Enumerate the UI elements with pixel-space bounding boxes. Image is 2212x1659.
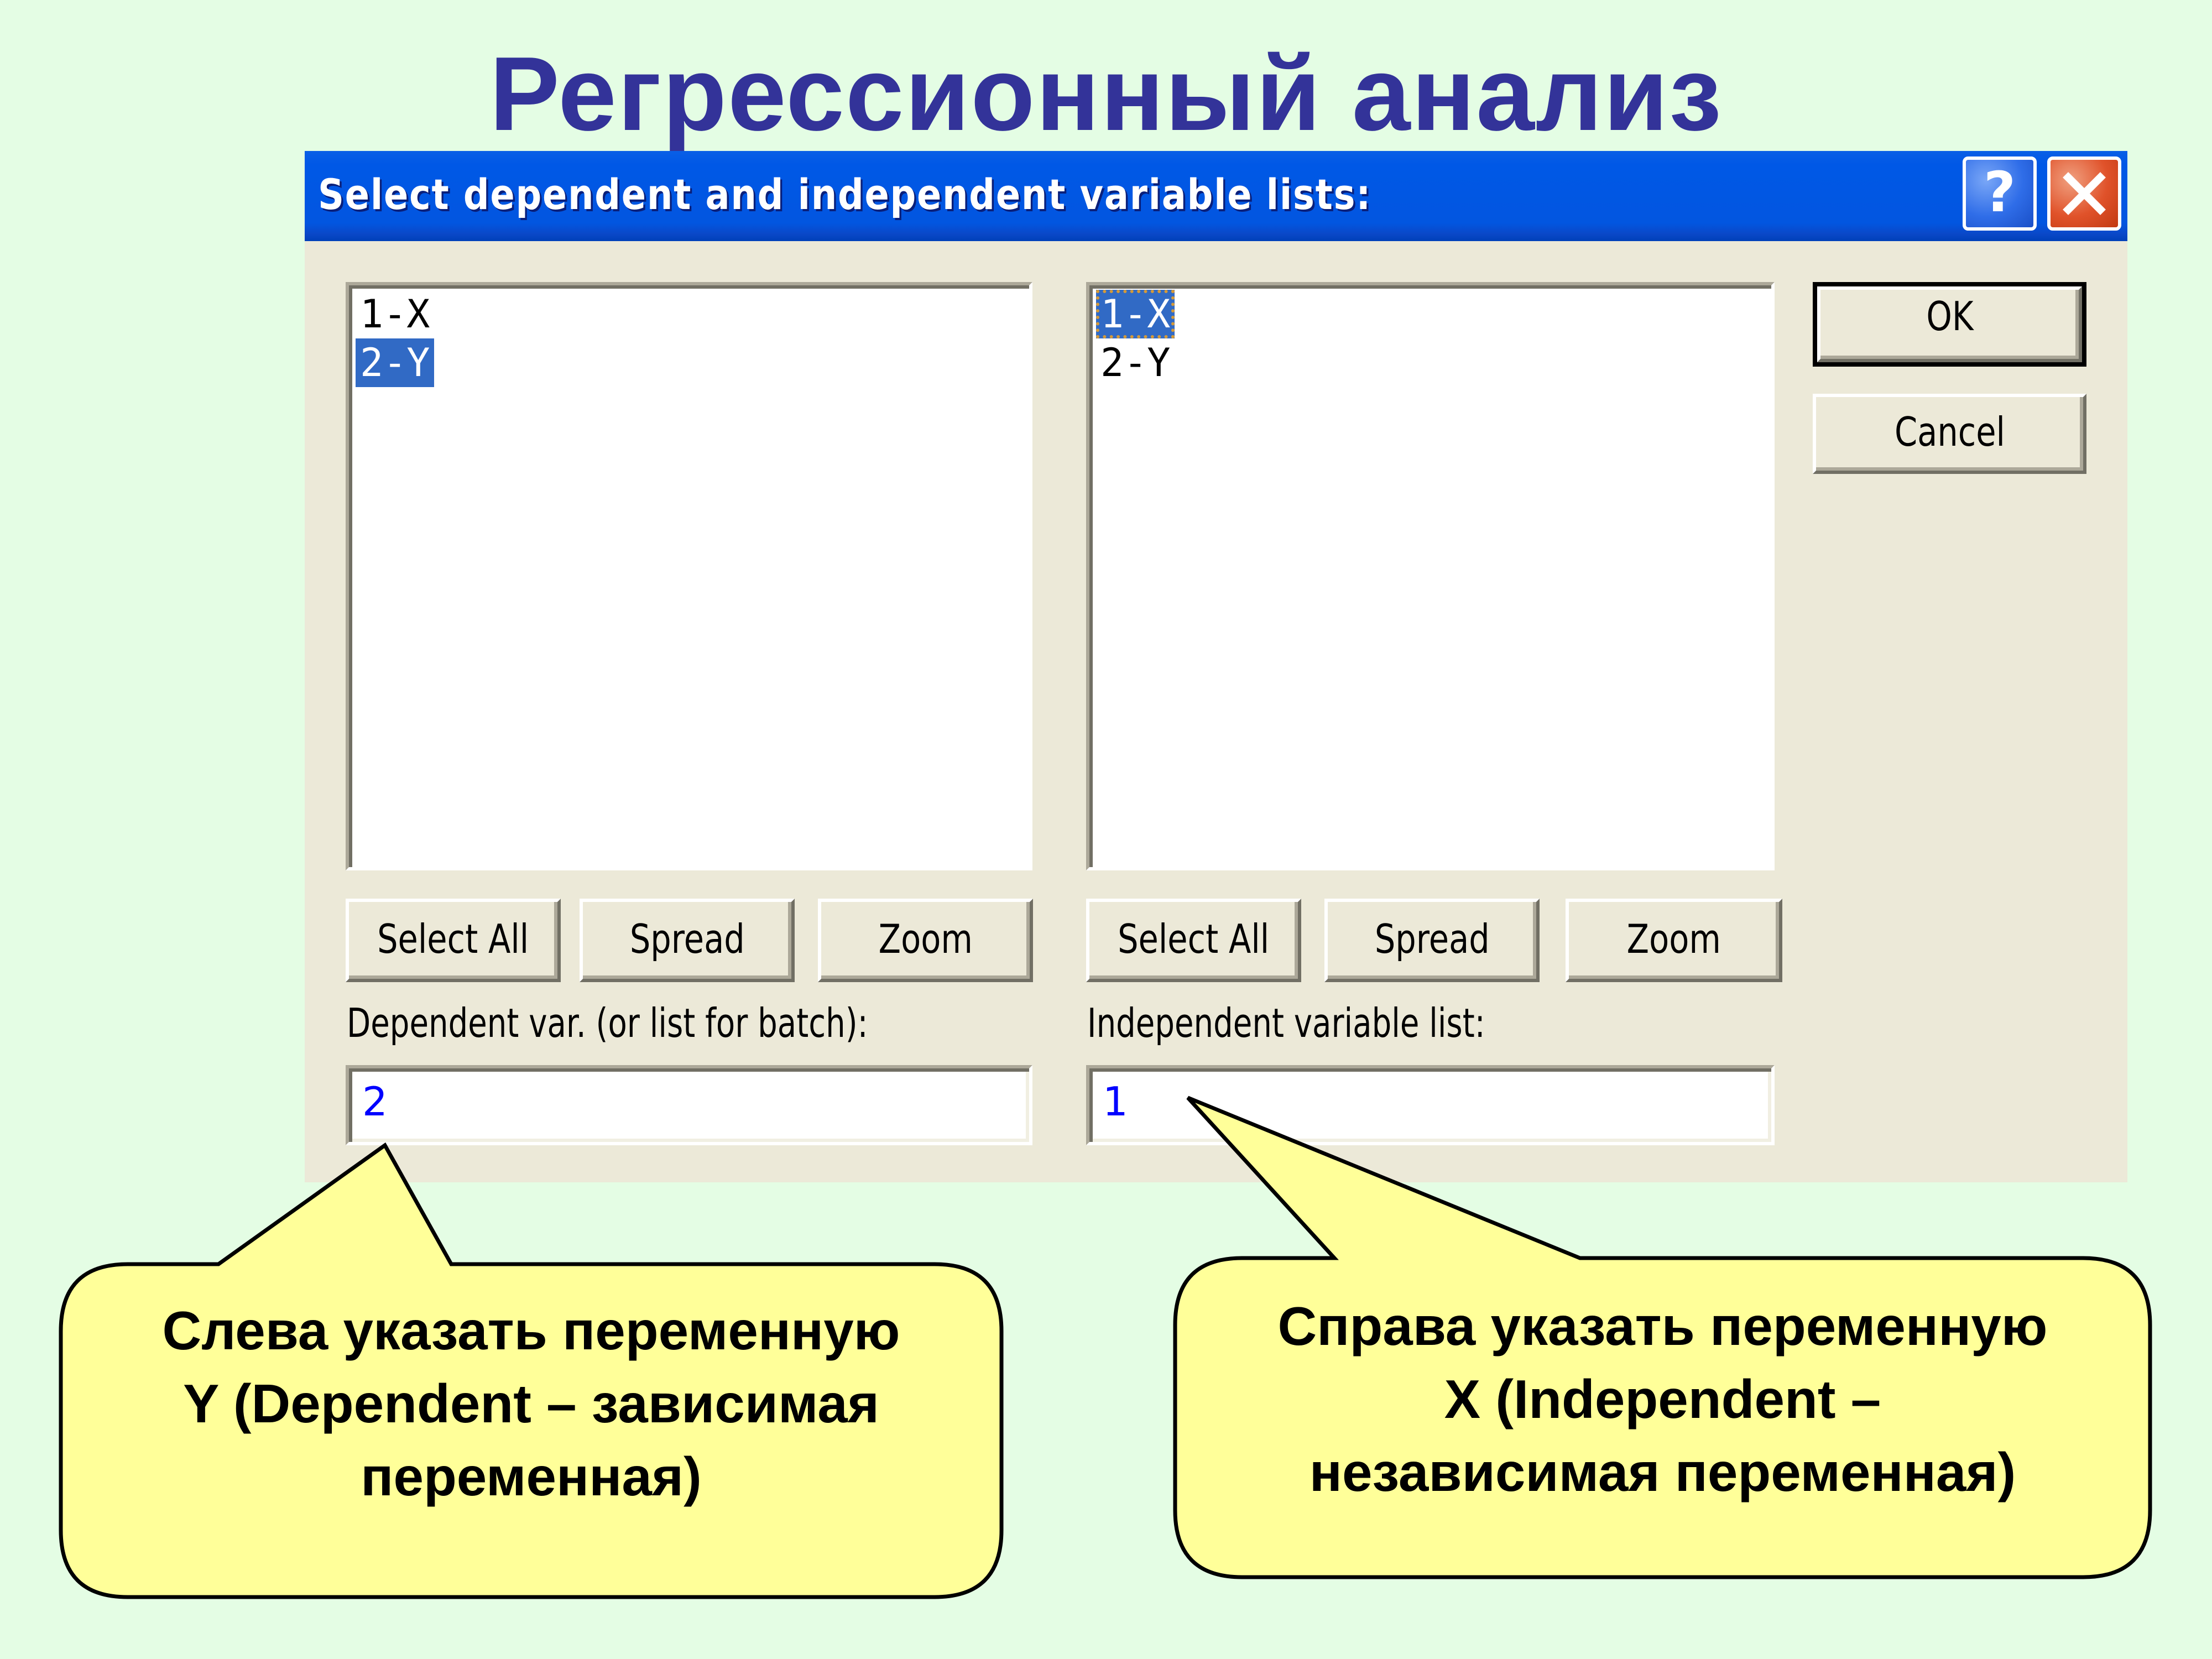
- callout-line: Справа указать переменную: [1277, 1296, 2048, 1357]
- callout-line: X (Independent –: [1444, 1369, 1881, 1430]
- callout-line: независимая переменная): [1309, 1442, 2016, 1503]
- left-callout-text: Слева указать переменную Y (Dependent – …: [61, 1294, 1001, 1513]
- callout-line: переменная): [361, 1446, 702, 1507]
- right-callout-text: Справа указать переменную X (Independent…: [1175, 1290, 2150, 1509]
- callout-line: Y (Dependent – зависимая: [183, 1373, 879, 1434]
- callout-line: Слева указать переменную: [162, 1300, 900, 1361]
